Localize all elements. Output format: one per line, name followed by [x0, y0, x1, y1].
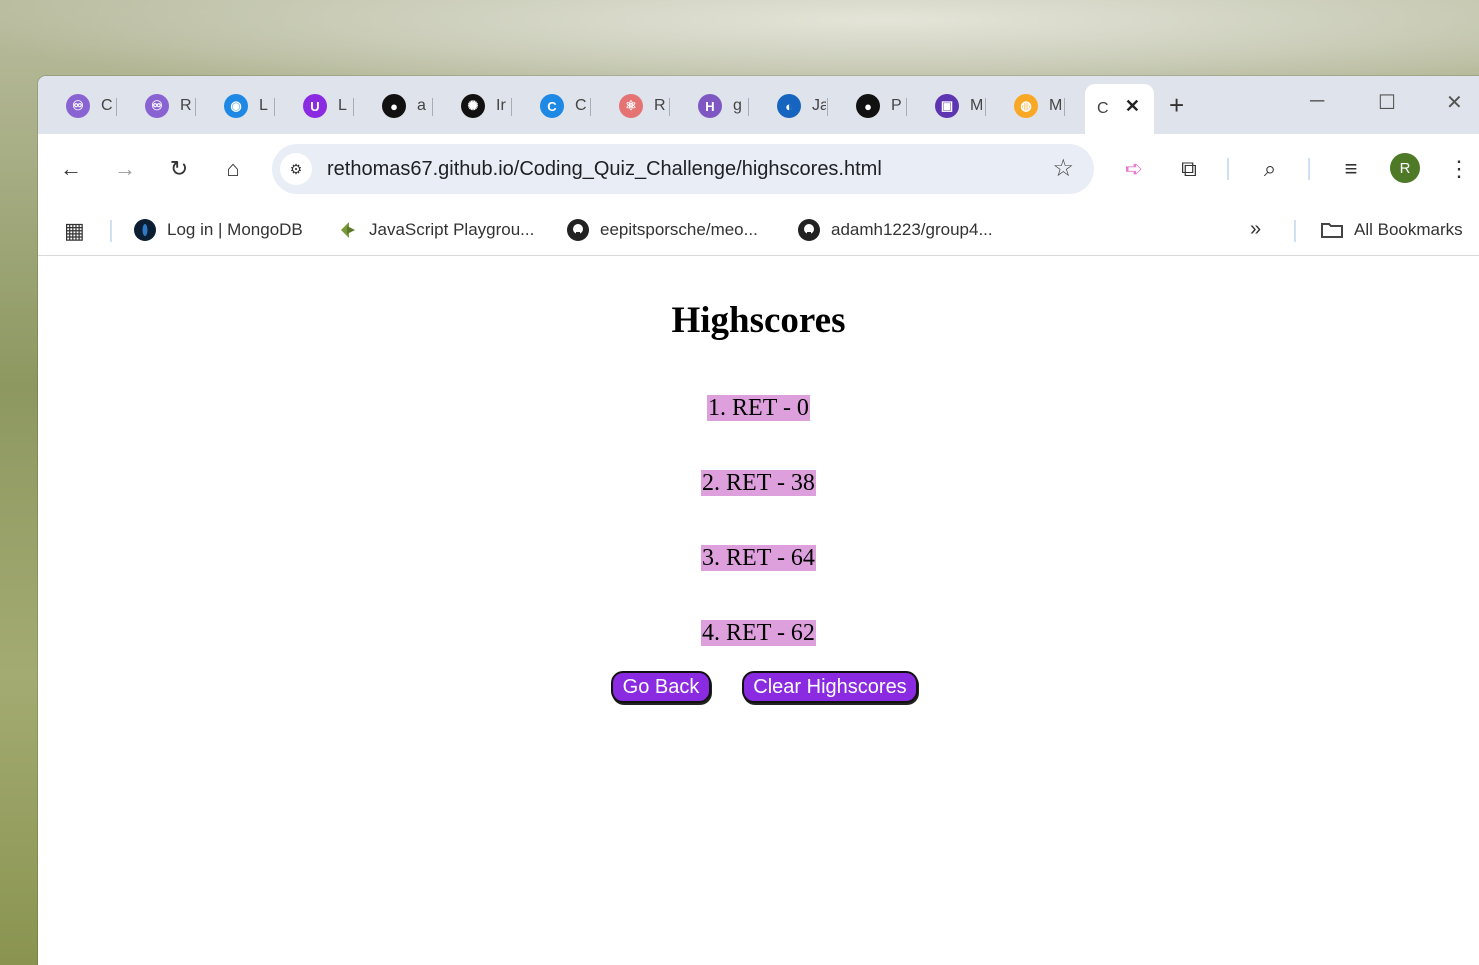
- minimize-icon[interactable]: ─: [1310, 90, 1324, 113]
- bookmarks-overflow-icon[interactable]: »: [1250, 218, 1261, 241]
- purple-badge-icon: ▣: [935, 94, 959, 118]
- tab-6[interactable]: CC: [512, 90, 591, 122]
- tab-12[interactable]: ◍ M: [986, 90, 1065, 122]
- tab-strip: ♾ C ♾ R ◉ L U L ● a ✺ Ir C C ⚛ R Hg ◐ Ja ● P ▣ M ◍ M C ✕ + ─ ☐ ✕: [38, 76, 1479, 134]
- toolbar-divider: [1308, 158, 1310, 180]
- tab-5[interactable]: ✺ Ir: [433, 90, 512, 122]
- all-bookmarks-label: All Bookmarks: [1354, 220, 1463, 239]
- apps-grid-icon[interactable]: ▦: [64, 218, 85, 244]
- maximize-icon[interactable]: ☐: [1378, 90, 1396, 115]
- tab-7[interactable]: ⚛ R: [591, 90, 670, 122]
- score-text: 3. RET - 64: [701, 545, 816, 571]
- badge-icon: ◉: [224, 94, 248, 118]
- bookmarks-divider: [1294, 220, 1296, 242]
- home-icon[interactable]: ⌂: [219, 156, 247, 182]
- score-item: 3. RET - 64: [38, 545, 1479, 572]
- extensions-puzzle-icon[interactable]: ⧉: [1175, 156, 1203, 182]
- c-logo-icon: C: [540, 94, 564, 118]
- tab-separator: [1064, 98, 1065, 116]
- playground-icon: [335, 218, 359, 242]
- browser-window: ♾ C ♾ R ◉ L U L ● a ✺ Ir C C ⚛ R Hg ◐ Ja ● P ▣ M ◍ M C ✕ + ─ ☐ ✕…: [38, 76, 1479, 965]
- score-text: 4. RET - 62: [701, 620, 816, 646]
- address-bar[interactable]: ⚙ rethomas67.github.io/Coding_Quiz_Chall…: [272, 144, 1094, 194]
- score-text: 2. RET - 38: [701, 470, 816, 496]
- u-logo-icon: U: [303, 94, 327, 118]
- mongodb-icon: [133, 218, 157, 242]
- openai-icon: ✺: [461, 94, 485, 118]
- bookmark-github-meo[interactable]: eepitsporsche/meo...: [566, 218, 758, 242]
- tab-label: C: [101, 97, 113, 114]
- tab-2[interactable]: ◉ L: [196, 90, 275, 122]
- tab-active[interactable]: C ✕: [1085, 84, 1154, 134]
- bookmarks-divider: [110, 220, 112, 242]
- folder-icon: [1320, 218, 1344, 242]
- reload-icon[interactable]: ↻: [165, 156, 193, 182]
- orange-badge-icon: ◍: [1014, 94, 1038, 118]
- react-icon: ⚛: [619, 94, 643, 118]
- bookmark-label: eepitsporsche/meo...: [600, 220, 758, 239]
- new-tab-button[interactable]: +: [1169, 90, 1184, 121]
- profile-avatar[interactable]: R: [1390, 153, 1420, 183]
- h-logo-icon: H: [698, 94, 722, 118]
- search-tabs-icon[interactable]: ⌕: [1256, 156, 1284, 182]
- clear-highscores-button[interactable]: Clear Highscores: [742, 671, 918, 703]
- media-control-icon[interactable]: ≡: [1337, 156, 1365, 182]
- menu-kebab-icon[interactable]: ⋮: [1445, 156, 1473, 182]
- score-item: 4. RET - 62: [38, 620, 1479, 647]
- page-content: Highscores 1. RET - 0 2. RET - 38 3. RET…: [38, 257, 1479, 965]
- tab-3[interactable]: UL: [275, 90, 354, 122]
- tab-label: L: [338, 97, 347, 114]
- bookmarks-bar: ▦ Log in | MongoDB JavaScript Playgrou..…: [38, 204, 1479, 256]
- redux-icon: ♾: [66, 94, 90, 118]
- score-item: 2. RET - 38: [38, 470, 1479, 497]
- forward-icon[interactable]: →: [111, 156, 139, 182]
- redux-icon: ♾: [145, 94, 169, 118]
- tab-11[interactable]: ▣ M: [907, 90, 986, 122]
- toolbar-divider: [1227, 158, 1229, 180]
- tab-1[interactable]: ♾ R: [117, 90, 196, 122]
- tab-label: g: [733, 97, 742, 114]
- go-back-button[interactable]: Go Back: [611, 671, 711, 703]
- github-icon: ●: [382, 94, 406, 118]
- back-icon[interactable]: ←: [57, 156, 85, 182]
- tab-label: R: [180, 97, 192, 114]
- page-title: Highscores: [671, 300, 846, 341]
- bookmark-label: JavaScript Playgrou...: [369, 220, 535, 239]
- score-item: 1. RET - 0: [38, 395, 1479, 422]
- github-icon: [566, 218, 590, 242]
- tab-8[interactable]: Hg: [670, 90, 749, 122]
- toolbar: ← → ↻ ⌂ ⚙ rethomas67.github.io/Coding_Qu…: [38, 134, 1479, 204]
- tab-label: Ir: [496, 97, 506, 114]
- bookmark-label: adamh1223/group4...: [831, 220, 993, 239]
- github-icon: [797, 218, 821, 242]
- tab-label: M: [970, 97, 984, 114]
- tab-label: C: [575, 97, 587, 114]
- close-tab-icon[interactable]: ✕: [1125, 96, 1140, 117]
- tab-label: M: [1049, 97, 1063, 114]
- tab-label: Ja: [812, 97, 826, 114]
- tab-4[interactable]: ● a: [354, 90, 433, 122]
- tab-label: P: [891, 97, 902, 114]
- globe-icon: ◐: [777, 94, 801, 118]
- tab-label: L: [259, 97, 268, 114]
- bookmark-label: Log in | MongoDB: [167, 220, 303, 239]
- tab-10[interactable]: ● P: [828, 90, 907, 122]
- all-bookmarks-button[interactable]: All Bookmarks: [1320, 218, 1463, 242]
- close-window-icon[interactable]: ✕: [1446, 90, 1463, 115]
- bookmark-js-playground[interactable]: JavaScript Playgrou...: [335, 218, 534, 242]
- person-icon: ●: [856, 94, 880, 118]
- bookmark-star-icon[interactable]: ☆: [1052, 154, 1074, 183]
- tab-label: C: [1097, 100, 1109, 117]
- url-text[interactable]: rethomas67.github.io/Coding_Quiz_Challen…: [327, 158, 882, 181]
- tab-9[interactable]: ◐ Ja: [749, 90, 828, 122]
- tab-0[interactable]: ♾ C: [38, 90, 117, 122]
- site-info-icon[interactable]: ⚙: [280, 153, 312, 185]
- bookmark-mongodb[interactable]: Log in | MongoDB: [133, 218, 303, 242]
- tab-label: R: [654, 97, 666, 114]
- extension-arrow-icon[interactable]: ➪: [1120, 156, 1148, 182]
- tab-label: a: [417, 97, 426, 114]
- score-text: 1. RET - 0: [707, 395, 810, 421]
- bookmark-github-group4[interactable]: adamh1223/group4...: [797, 218, 993, 242]
